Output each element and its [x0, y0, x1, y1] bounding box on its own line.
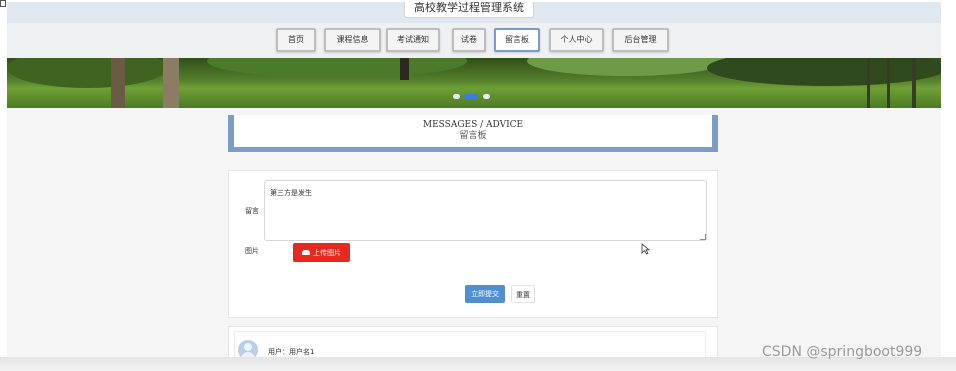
banner-foliage — [527, 58, 727, 76]
section-title-cn: 留言板 — [459, 131, 487, 141]
banner-tree-trunk — [111, 58, 125, 108]
message-textarea[interactable]: 第三方是发生 — [264, 180, 707, 241]
upload-image-button[interactable]: 上传图片 — [293, 243, 350, 262]
reset-button[interactable]: 重置 — [511, 285, 535, 303]
nav-item-home[interactable]: 首页 — [276, 28, 316, 52]
main-nav: 首页 课程信息 考试通知 试卷 留言板 个人中心 后台管理 — [7, 23, 941, 58]
section-header: MESSAGES / ADVICE 留言板 — [228, 115, 718, 152]
nav-item-exam-notice[interactable]: 考试通知 — [386, 28, 440, 52]
comment-item: 用户：用户名1 — [234, 331, 706, 357]
upload-label: 上传图片 — [313, 248, 341, 257]
comment-user: 用户：用户名1 — [268, 348, 315, 356]
banner-foliage — [7, 58, 167, 88]
submit-button[interactable]: 立即提交 — [465, 285, 505, 303]
section-title-en: MESSAGES / ADVICE — [422, 120, 524, 130]
carousel-dot[interactable] — [453, 94, 460, 99]
banner-tree-trunk — [400, 58, 409, 80]
banner-tree-trunk — [887, 58, 890, 108]
window-corner-icon — [0, 0, 6, 7]
banner-tree-trunk — [912, 58, 916, 108]
message-label: 留言 — [245, 207, 259, 215]
banner-tree-trunk — [163, 58, 179, 108]
nav-item-admin[interactable]: 后台管理 — [612, 28, 669, 52]
image-label: 图片 — [245, 247, 259, 255]
carousel-dot-active[interactable] — [464, 94, 478, 99]
watermark: CSDN @springboot999 — [762, 344, 923, 360]
banner-foliage — [207, 58, 467, 78]
banner-tree-trunk — [867, 58, 870, 108]
app-window: 高校教学过程管理系统 首页 课程信息 考试通知 试卷 留言板 个人中心 后台管理… — [7, 2, 941, 357]
message-form: 留言 第三方是发生 图片 上传图片 立即提交 重置 — [228, 170, 718, 318]
title-strip: 高校教学过程管理系统 — [7, 2, 941, 23]
nav-item-personal-center[interactable]: 个人中心 — [549, 28, 604, 52]
avatar-icon — [238, 340, 258, 357]
cloud-upload-icon — [302, 250, 310, 255]
nav-item-course-info[interactable]: 课程信息 — [324, 28, 381, 52]
site-title: 高校教学过程管理系统 — [404, 2, 534, 18]
banner-foliage — [707, 58, 941, 86]
nav-item-message-board[interactable]: 留言板 — [494, 28, 540, 52]
carousel-dot[interactable] — [483, 94, 490, 99]
mouse-cursor-icon — [641, 243, 650, 255]
banner-carousel — [7, 58, 941, 108]
resize-grip-icon[interactable] — [700, 234, 706, 240]
nav-item-exam-paper[interactable]: 试卷 — [452, 28, 486, 52]
comment-list: 用户：用户名1 — [228, 326, 718, 357]
